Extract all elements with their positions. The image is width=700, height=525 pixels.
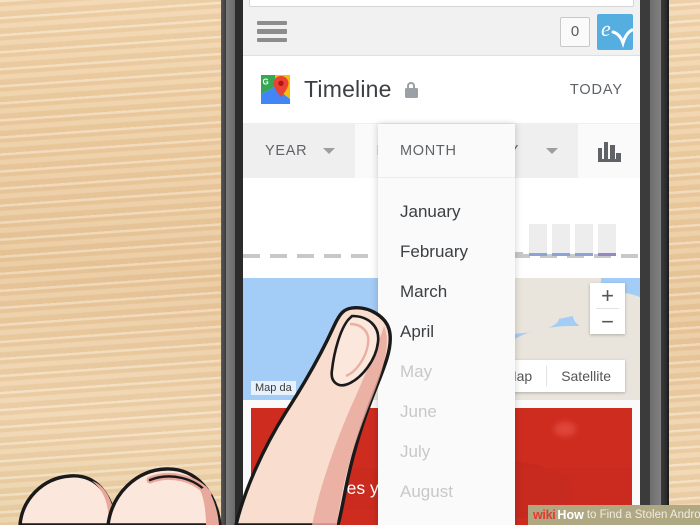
address-bar[interactable]: [249, 0, 634, 7]
chart-bar: [552, 224, 570, 256]
chart-bars: [529, 224, 616, 256]
month-option-march[interactable]: March: [378, 272, 515, 312]
zoom-in-button[interactable]: +: [590, 283, 625, 308]
browser-toolbar: 0 e: [243, 8, 640, 56]
browser-toolbar-right: 0 e: [560, 13, 633, 50]
bar-chart-icon[interactable]: [578, 124, 640, 178]
chart-bar: [529, 224, 547, 256]
google-maps-icon: G: [261, 75, 290, 104]
chevron-down-icon: [322, 148, 335, 154]
watermark-title-text: to Find a Stolen Android Phone: [586, 509, 700, 521]
today-button[interactable]: TODAY: [570, 82, 623, 98]
tab-count-button[interactable]: 0: [560, 16, 590, 47]
month-dropdown-list: January February March April May June Ju…: [378, 178, 515, 512]
phone-edge-left-inner: [235, 0, 243, 525]
phone-edge-right-outer: [661, 0, 667, 525]
card-text-line-2: ory: [263, 508, 288, 525]
month-option-july[interactable]: July: [378, 432, 515, 472]
map-zoom-controls: + −: [590, 283, 625, 334]
wikihow-watermark: wiki How to Find a Stolen Android Phone: [528, 505, 700, 525]
map-type-satellite-button[interactable]: Satellite: [547, 360, 625, 392]
map-attribution: Map da: [251, 381, 296, 395]
month-option-june[interactable]: June: [378, 392, 515, 432]
card-glow: [554, 422, 576, 436]
page-title: Timeline: [304, 76, 392, 102]
month-option-january[interactable]: January: [378, 192, 515, 232]
zoom-out-button[interactable]: −: [590, 309, 625, 334]
svg-text:e: e: [601, 16, 611, 41]
phone-edge-right-mid: [650, 0, 661, 525]
browser-url-bar-row: [243, 0, 640, 8]
month-option-may[interactable]: May: [378, 352, 515, 392]
smartphone: 0 e G Timeline TODAY YEAR + − Map Satell…: [221, 0, 669, 525]
phone-edge-left-mid: [226, 0, 235, 525]
month-option-august[interactable]: August: [378, 472, 515, 512]
watermark-wiki-text: wiki: [533, 508, 556, 522]
phone-edge-right-inner: [640, 0, 650, 525]
svg-text:G: G: [263, 78, 269, 87]
hamburger-menu-icon[interactable]: [257, 20, 287, 43]
watermark-how-text: How: [557, 508, 584, 522]
chart-bar: [598, 224, 616, 256]
month-option-april[interactable]: April: [378, 312, 515, 352]
month-dropdown: MONTH January February March April May J…: [378, 124, 515, 525]
month-option-february[interactable]: February: [378, 232, 515, 272]
lock-icon: [404, 81, 418, 98]
ev-browser-logo-icon[interactable]: e: [597, 13, 633, 50]
tab-year[interactable]: YEAR: [243, 124, 355, 178]
phone-screen: 0 e G Timeline TODAY YEAR + − Map Satell…: [243, 0, 640, 525]
chevron-down-icon: [546, 148, 559, 154]
month-dropdown-header: MONTH: [378, 124, 515, 178]
timeline-header: G Timeline TODAY: [243, 56, 640, 124]
tab-year-label: YEAR: [265, 143, 308, 159]
chart-bar: [575, 224, 593, 256]
